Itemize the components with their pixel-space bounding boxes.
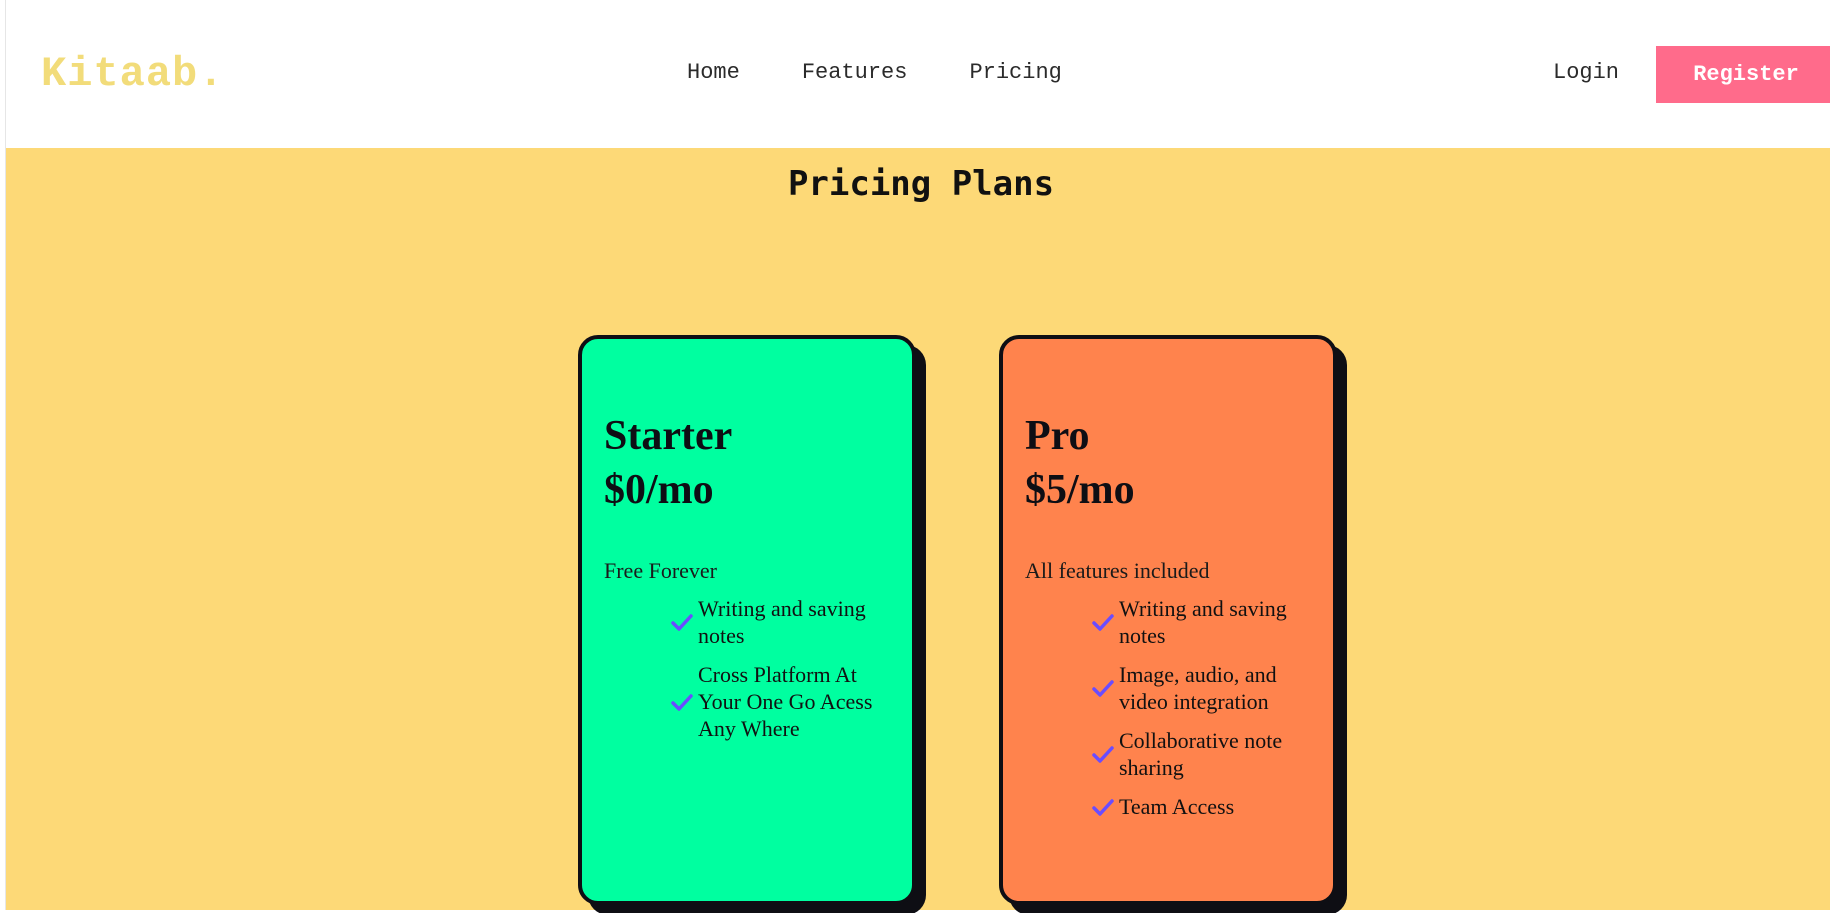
page-background: Kitaab. Home Features Pricing Login Regi… (5, 0, 1830, 913)
check-icon (1092, 680, 1114, 697)
feature-item: Team Access (1091, 793, 1321, 820)
plan-card-starter: Starter $0/mo Free Forever Writing and s… (578, 335, 926, 913)
plan-card-body: Starter $0/mo Free Forever Writing and s… (578, 335, 916, 905)
check-icon (1092, 798, 1114, 816)
site-header: Kitaab. Home Features Pricing Login Regi… (6, 0, 1830, 148)
feature-item: Writing and saving notes (1091, 595, 1321, 649)
feature-list: Writing and saving notes Cross Platform … (670, 595, 900, 754)
feature-item: Writing and saving notes (670, 595, 900, 649)
check-icon (671, 693, 693, 711)
plan-price: $0/mo (604, 467, 714, 513)
feature-item: Collaborative note sharing (1091, 727, 1321, 781)
plan-heading: Pro $5/mo (1025, 409, 1135, 517)
plan-card-body: Pro $5/mo All features included Writing … (999, 335, 1337, 905)
plan-price: $5/mo (1025, 467, 1135, 513)
feature-text: Image, audio, and video integration (1119, 662, 1277, 714)
plan-name: Starter (604, 413, 733, 459)
feature-item: Cross Platform At Your One Go Acess Any … (670, 661, 900, 742)
check-icon (1092, 614, 1114, 631)
check-icon (671, 614, 693, 631)
feature-item: Image, audio, and video integration (1091, 661, 1321, 715)
nav-pricing-link[interactable]: Pricing (969, 58, 1061, 88)
feature-text: Collaborative note sharing (1119, 728, 1283, 780)
feature-text: Team Access (1119, 794, 1235, 819)
plan-card-pro: Pro $5/mo All features included Writing … (999, 335, 1347, 913)
feature-list: Writing and saving notes Image, audio, a… (1091, 595, 1321, 832)
feature-text: Writing and saving notes (698, 596, 866, 648)
nav-features-link[interactable]: Features (802, 58, 908, 88)
feature-text: Cross Platform At Your One Go Acess Any … (698, 662, 873, 741)
nav-home-link[interactable]: Home (687, 58, 740, 88)
brand-logo[interactable]: Kitaab. (41, 50, 224, 98)
feature-text: Writing and saving notes (1119, 596, 1287, 648)
login-link[interactable]: Login (1553, 58, 1619, 88)
page-title: Pricing Plans (787, 164, 1055, 204)
check-icon (1092, 746, 1114, 763)
plan-subtitle: Free Forever (604, 558, 718, 583)
plan-name: Pro (1025, 413, 1090, 459)
main-nav: Home Features Pricing (687, 58, 1062, 88)
plan-heading: Starter $0/mo (604, 409, 732, 517)
plan-subtitle: All features included (1025, 558, 1210, 583)
register-button[interactable]: Register (1656, 46, 1830, 103)
